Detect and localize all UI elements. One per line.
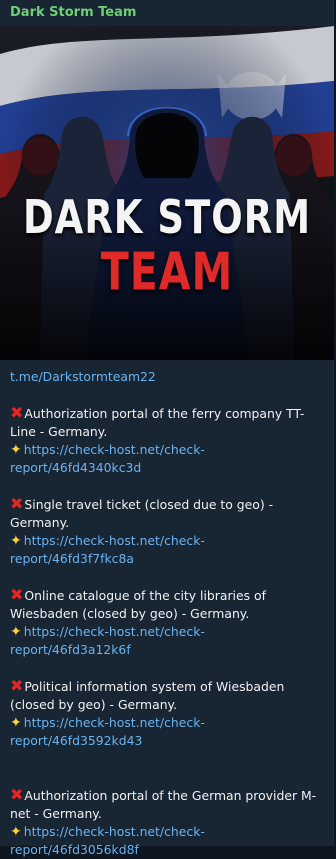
cross-mark-icon: ✖ [10, 494, 24, 513]
check-report-link[interactable]: https://check-host.net/check-report/46fd… [10, 715, 205, 748]
cross-mark-icon: ✖ [10, 585, 24, 604]
cross-mark-icon: ✖ [10, 403, 24, 422]
entry-text: Online catalogue of the city libraries o… [10, 588, 266, 621]
post-text: t.me/Darkstormteam22 ✖Authorization port… [0, 360, 333, 859]
sender-name[interactable]: Dark Storm Team [0, 0, 333, 26]
banner-title-line1: DARK STORM [22, 190, 312, 245]
star-icon: ✦ [10, 824, 22, 840]
star-icon: ✦ [10, 715, 22, 731]
check-report-link[interactable]: https://check-host.net/check-report/46fd… [10, 824, 205, 857]
check-report-link[interactable]: https://check-host.net/check-report/46fd… [10, 624, 205, 657]
entry-text: Authorization portal of the ferry compan… [10, 406, 305, 439]
cross-mark-icon: ✖ [10, 676, 24, 695]
star-icon: ✦ [10, 533, 22, 549]
entry-text: Authorization portal of the German provi… [10, 788, 317, 821]
entry-item: ✖Political information system of Wiesbad… [10, 677, 323, 750]
banner-title-line2: TEAM [100, 242, 234, 302]
star-icon: ✦ [10, 442, 22, 458]
channel-link[interactable]: t.me/Darkstormteam22 [10, 368, 323, 386]
check-report-link[interactable]: https://check-host.net/check-report/46fd… [10, 533, 205, 566]
entry-item: ✖Authorization portal of the German prov… [10, 786, 323, 859]
entry-text: Single travel ticket (closed due to geo)… [10, 497, 274, 530]
cross-mark-icon: ✖ [10, 785, 24, 804]
entry-item: ✖Authorization portal of the ferry compa… [10, 404, 323, 477]
star-icon: ✦ [10, 624, 22, 640]
entry-item: ✖Online catalogue of the city libraries … [10, 586, 323, 659]
entry-item: ✖Single travel ticket (closed due to geo… [10, 495, 323, 568]
post-image[interactable]: DARK STORM TEAM [0, 26, 334, 360]
channel-post: Dark Storm Team DARK STORM TEAM t.me/Dar… [0, 0, 334, 857]
check-report-link[interactable]: https://check-host.net/check-report/46fd… [10, 442, 205, 475]
entry-text: Political information system of Wiesbade… [10, 679, 285, 712]
